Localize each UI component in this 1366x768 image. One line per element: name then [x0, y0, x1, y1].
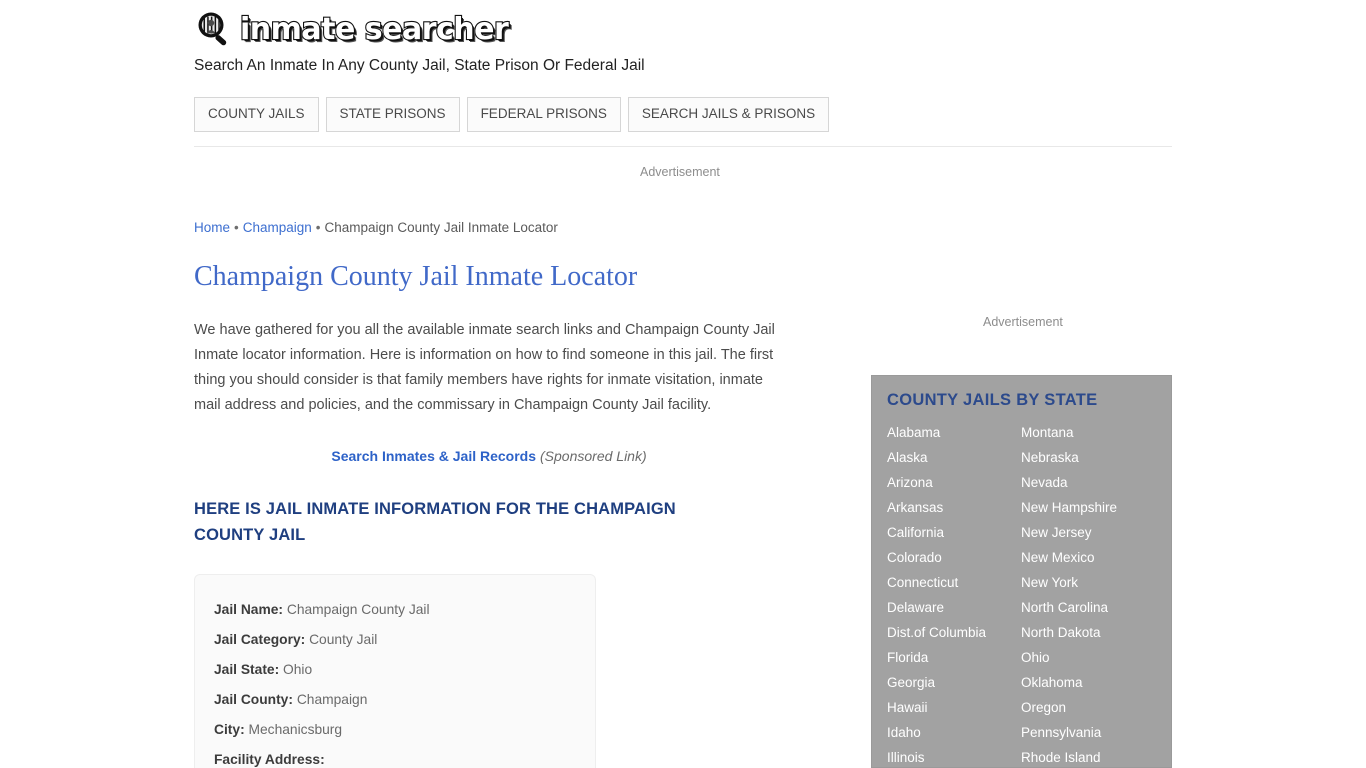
state-link-arkansas[interactable]: Arkansas [887, 495, 1021, 520]
intro-paragraph: We have gathered for you all the availab… [194, 322, 775, 413]
state-link-illinois[interactable]: Illinois [887, 745, 1021, 767]
state-link-alaska[interactable]: Alaska [887, 445, 1021, 470]
info-row-jail-category: Jail Category: County Jail [214, 625, 595, 655]
info-key: Jail County: [214, 692, 293, 707]
info-row-city: City: Mechanicsburg [214, 715, 595, 745]
info-value: County Jail [309, 632, 378, 647]
state-link-hawaii[interactable]: Hawaii [887, 695, 1021, 720]
state-link-district-of-columbia[interactable]: Dist.of Columbia [887, 620, 1021, 645]
state-link-oklahoma[interactable]: Oklahoma [1021, 670, 1171, 695]
state-link-rhode-island[interactable]: Rhode Island [1021, 745, 1171, 767]
sidebar-advertisement-label: Advertisement [983, 315, 1063, 329]
info-value: Ohio [283, 662, 313, 677]
state-link-new-mexico[interactable]: New Mexico [1021, 545, 1171, 570]
info-key: Jail State: [214, 662, 280, 677]
page-root: inmate searcher Search An Inmate In Any … [0, 0, 1366, 768]
page-title: Champaign County Jail Inmate Locator [194, 261, 638, 292]
state-link-arizona[interactable]: Arizona [887, 470, 1021, 495]
state-links-grid: Alabama Montana Alaska Nebraska Arizona … [887, 420, 1171, 767]
state-link-new-hampshire[interactable]: New Hampshire [1021, 495, 1171, 520]
nav-item-search-jails-prisons[interactable]: SEARCH JAILS & PRISONS [627, 97, 830, 132]
state-link-idaho[interactable]: Idaho [887, 720, 1021, 745]
breadcrumb: Home • Champaign • Champaign County Jail Inm… [194, 219, 558, 236]
info-value: Champaign County Jail [286, 602, 430, 617]
state-link-delaware[interactable]: Delaware [887, 595, 1021, 620]
main-content: Champaign County Jail Inmate Locator We … [194, 258, 794, 768]
county-jails-by-state-panel: County Jails By State Alabama Montana Al… [871, 375, 1172, 768]
state-link-florida[interactable]: Florida [887, 645, 1021, 670]
info-row-facility-address: Facility Address: [214, 745, 595, 768]
sponsored-link-row: Search Inmates & Jail Records (Sponsored … [194, 447, 784, 466]
nav-item-county-jails[interactable]: COUNTY JAILS [194, 97, 319, 132]
state-link-nevada[interactable]: Nevada [1021, 470, 1171, 495]
site-tagline: Search An Inmate In Any County Jail, Sta… [194, 57, 645, 74]
sidebar-title: County Jails By State [887, 391, 1098, 409]
jail-info-card: Jail Name: Champaign County Jail Jail Ca… [194, 574, 596, 768]
info-key: Jail Name: [214, 602, 284, 617]
sponsored-note: (Sponsored Link) [540, 448, 647, 464]
state-link-oregon[interactable]: Oregon [1021, 695, 1171, 720]
section-heading: Here Is Jail Inmate Information For The … [194, 500, 676, 544]
breadcrumb-separator: • [234, 220, 239, 235]
info-value: Champaign [296, 692, 368, 707]
info-key: Jail Category: [214, 632, 306, 647]
breadcrumb-home[interactable]: Home [194, 220, 230, 235]
state-link-nebraska[interactable]: Nebraska [1021, 445, 1171, 470]
main-nav: COUNTY JAILS STATE PRISONS FEDERAL PRISO… [194, 97, 830, 132]
search-inmates-records-link[interactable]: Search Inmates & Jail Records [331, 448, 536, 464]
top-advertisement-label: Advertisement [640, 165, 720, 179]
info-row-jail-state: Jail State: Ohio [214, 655, 595, 685]
state-link-north-dakota[interactable]: North Dakota [1021, 620, 1171, 645]
breadcrumb-separator: • [315, 220, 321, 235]
logo-wordmark: inmate searcher [239, 11, 510, 48]
state-link-colorado[interactable]: Colorado [887, 545, 1021, 570]
state-link-california[interactable]: California [887, 520, 1021, 545]
info-key: Facility Address: [214, 752, 325, 767]
info-row-jail-name: Jail Name: Champaign County Jail [214, 595, 595, 625]
magnifier-jail-icon [198, 12, 227, 46]
state-link-connecticut[interactable]: Connecticut [887, 570, 1021, 595]
info-value: Mechanicsburg [248, 722, 343, 737]
nav-item-state-prisons[interactable]: STATE PRISONS [325, 97, 460, 132]
state-link-georgia[interactable]: Georgia [887, 670, 1021, 695]
info-key: City: [214, 722, 245, 737]
info-row-jail-county: Jail County: Champaign [214, 685, 595, 715]
state-link-north-carolina[interactable]: North Carolina [1021, 595, 1171, 620]
nav-item-federal-prisons[interactable]: FEDERAL PRISONS [466, 97, 621, 132]
state-link-pennsylvania[interactable]: Pennsylvania [1021, 720, 1171, 745]
state-link-montana[interactable]: Montana [1021, 420, 1171, 445]
state-link-ohio[interactable]: Ohio [1021, 645, 1171, 670]
breadcrumb-current: Champaign County Jail Inmate Locator [324, 220, 558, 235]
site-logo[interactable]: inmate searcher [194, 8, 1172, 52]
header-divider [194, 146, 1172, 147]
state-link-new-jersey[interactable]: New Jersey [1021, 520, 1171, 545]
state-link-new-york[interactable]: New York [1021, 570, 1171, 595]
state-link-alabama[interactable]: Alabama [887, 420, 1021, 445]
site-header: inmate searcher Search An Inmate In Any … [194, 8, 1172, 76]
breadcrumb-county[interactable]: Champaign [243, 220, 312, 235]
